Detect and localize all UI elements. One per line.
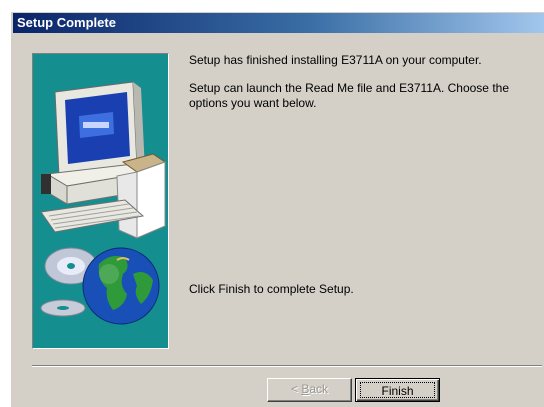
- button-separator: [32, 365, 542, 367]
- install-finished-message: Setup has finished installing E3711A on …: [189, 53, 482, 67]
- back-button-rest: ack: [309, 382, 329, 396]
- title-bar[interactable]: Setup Complete: [13, 13, 544, 33]
- finish-button[interactable]: Finish: [355, 378, 440, 402]
- back-button[interactable]: < Back: [267, 378, 352, 402]
- launch-options-message: Setup can launch the Read Me file and E3…: [189, 81, 509, 110]
- finish-button-label: Finish: [360, 382, 435, 398]
- setup-illustration-panel: [32, 53, 169, 349]
- window-title: Setup Complete: [17, 15, 116, 30]
- setup-complete-dialog: Setup Complete Setup has finished instal…: [10, 11, 544, 407]
- finish-instruction-message: Click Finish to complete Setup.: [189, 282, 354, 296]
- back-button-prefix: <: [290, 382, 302, 396]
- computer-cd-globe-icon: [40, 81, 167, 325]
